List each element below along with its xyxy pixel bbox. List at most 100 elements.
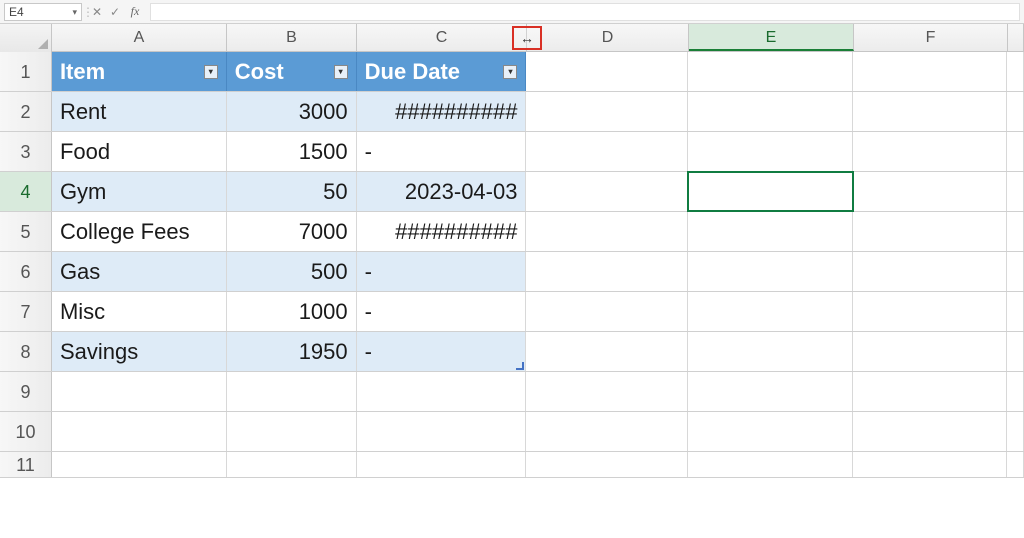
filter-item-icon[interactable]: ▾ [204, 65, 218, 79]
cell-G7[interactable] [1007, 292, 1024, 331]
cell-C11[interactable] [357, 452, 527, 477]
row-header-7[interactable]: 7 [0, 292, 52, 331]
fx-button[interactable]: fx [124, 4, 146, 19]
cell-C8[interactable]: - [357, 332, 527, 371]
cell-B7[interactable]: 1000 [227, 292, 357, 331]
cell-B5[interactable]: 7000 [227, 212, 357, 251]
cell-F6[interactable] [853, 252, 1007, 291]
cell-G10[interactable] [1007, 412, 1024, 451]
cell-D2[interactable] [526, 92, 688, 131]
cell-E1[interactable] [688, 52, 853, 91]
cell-A5[interactable]: College Fees [52, 212, 227, 251]
cell-E8[interactable] [688, 332, 853, 371]
cell-E4-active[interactable] [688, 172, 853, 211]
cell-B2[interactable]: 3000 [227, 92, 357, 131]
cell-F9[interactable] [853, 372, 1007, 411]
row-header-3[interactable]: 3 [0, 132, 52, 171]
row-header-11[interactable]: 11 [0, 452, 52, 477]
cell-D3[interactable] [526, 132, 688, 171]
filter-due-icon[interactable]: ▾ [503, 65, 517, 79]
row-header-9[interactable]: 9 [0, 372, 52, 411]
col-header-extra[interactable] [1008, 24, 1024, 51]
header-due[interactable]: Due Date ▾ [357, 52, 527, 91]
col-header-B[interactable]: B [227, 24, 357, 51]
cell-A9[interactable] [52, 372, 227, 411]
row-header-4[interactable]: 4 [0, 172, 52, 211]
cell-A8[interactable]: Savings [52, 332, 227, 371]
cell-E3[interactable] [688, 132, 853, 171]
cell-A2[interactable]: Rent [52, 92, 227, 131]
cell-F11[interactable] [853, 452, 1007, 477]
cell-G4[interactable] [1007, 172, 1024, 211]
col-header-C[interactable]: C [357, 24, 527, 51]
cell-C7[interactable]: - [357, 292, 527, 331]
cell-E6[interactable] [688, 252, 853, 291]
cell-C10[interactable] [357, 412, 527, 451]
cell-E5[interactable] [688, 212, 853, 251]
cell-D4[interactable] [526, 172, 688, 211]
cell-B10[interactable] [227, 412, 357, 451]
cell-G9[interactable] [1007, 372, 1024, 411]
cell-G11[interactable] [1007, 452, 1024, 477]
cell-F4[interactable] [853, 172, 1007, 211]
cell-B4[interactable]: 50 [227, 172, 357, 211]
cell-F7[interactable] [853, 292, 1007, 331]
cell-E11[interactable] [688, 452, 853, 477]
cell-A7[interactable]: Misc [52, 292, 227, 331]
cell-F2[interactable] [853, 92, 1007, 131]
col-header-F[interactable]: F [854, 24, 1008, 51]
row-header-1[interactable]: 1 [0, 52, 52, 91]
row-header-2[interactable]: 2 [0, 92, 52, 131]
cell-A6[interactable]: Gas [52, 252, 227, 291]
cell-C2[interactable]: ########## [357, 92, 527, 131]
header-item[interactable]: Item ▾ [52, 52, 227, 91]
cell-E10[interactable] [688, 412, 853, 451]
cell-F3[interactable] [853, 132, 1007, 171]
cell-E9[interactable] [688, 372, 853, 411]
row-header-8[interactable]: 8 [0, 332, 52, 371]
cell-D8[interactable] [526, 332, 688, 371]
cell-C4[interactable]: 2023-04-03 [357, 172, 527, 211]
header-cost[interactable]: Cost ▾ [227, 52, 357, 91]
cell-A11[interactable] [52, 452, 227, 477]
cell-G3[interactable] [1007, 132, 1024, 171]
cell-A4[interactable]: Gym [52, 172, 227, 211]
col-header-A[interactable]: A [52, 24, 227, 51]
cell-F1[interactable] [853, 52, 1007, 91]
cell-F10[interactable] [853, 412, 1007, 451]
cell-B8[interactable]: 1950 [227, 332, 357, 371]
col-header-E[interactable]: E [689, 24, 854, 51]
cell-D6[interactable] [526, 252, 688, 291]
cell-D5[interactable] [526, 212, 688, 251]
cell-G5[interactable] [1007, 212, 1024, 251]
name-box[interactable]: E4 ▾ [4, 3, 82, 21]
cell-B3[interactable]: 1500 [227, 132, 357, 171]
confirm-formula-button[interactable]: ✓ [106, 5, 124, 19]
cell-D9[interactable] [526, 372, 688, 411]
cell-G2[interactable] [1007, 92, 1024, 131]
cell-C5[interactable]: ########## [357, 212, 527, 251]
cell-D1[interactable] [526, 52, 688, 91]
cell-F8[interactable] [853, 332, 1007, 371]
cell-A10[interactable] [52, 412, 227, 451]
cell-E2[interactable] [688, 92, 853, 131]
formula-input[interactable] [150, 3, 1020, 21]
cell-G8[interactable] [1007, 332, 1024, 371]
select-all-corner[interactable] [0, 24, 52, 52]
cancel-formula-button[interactable]: ✕ [88, 5, 106, 19]
cell-C6[interactable]: - [357, 252, 527, 291]
cell-G1[interactable] [1007, 52, 1024, 91]
col-header-D[interactable]: D ↔ [527, 24, 689, 51]
cell-B11[interactable] [227, 452, 357, 477]
cell-A3[interactable]: Food [52, 132, 227, 171]
filter-cost-icon[interactable]: ▾ [334, 65, 348, 79]
cell-C9[interactable] [357, 372, 527, 411]
cell-B9[interactable] [227, 372, 357, 411]
cell-D11[interactable] [526, 452, 688, 477]
cell-D10[interactable] [526, 412, 688, 451]
cell-B6[interactable]: 500 [227, 252, 357, 291]
row-header-5[interactable]: 5 [0, 212, 52, 251]
cell-G6[interactable] [1007, 252, 1024, 291]
cell-F5[interactable] [853, 212, 1007, 251]
row-header-6[interactable]: 6 [0, 252, 52, 291]
